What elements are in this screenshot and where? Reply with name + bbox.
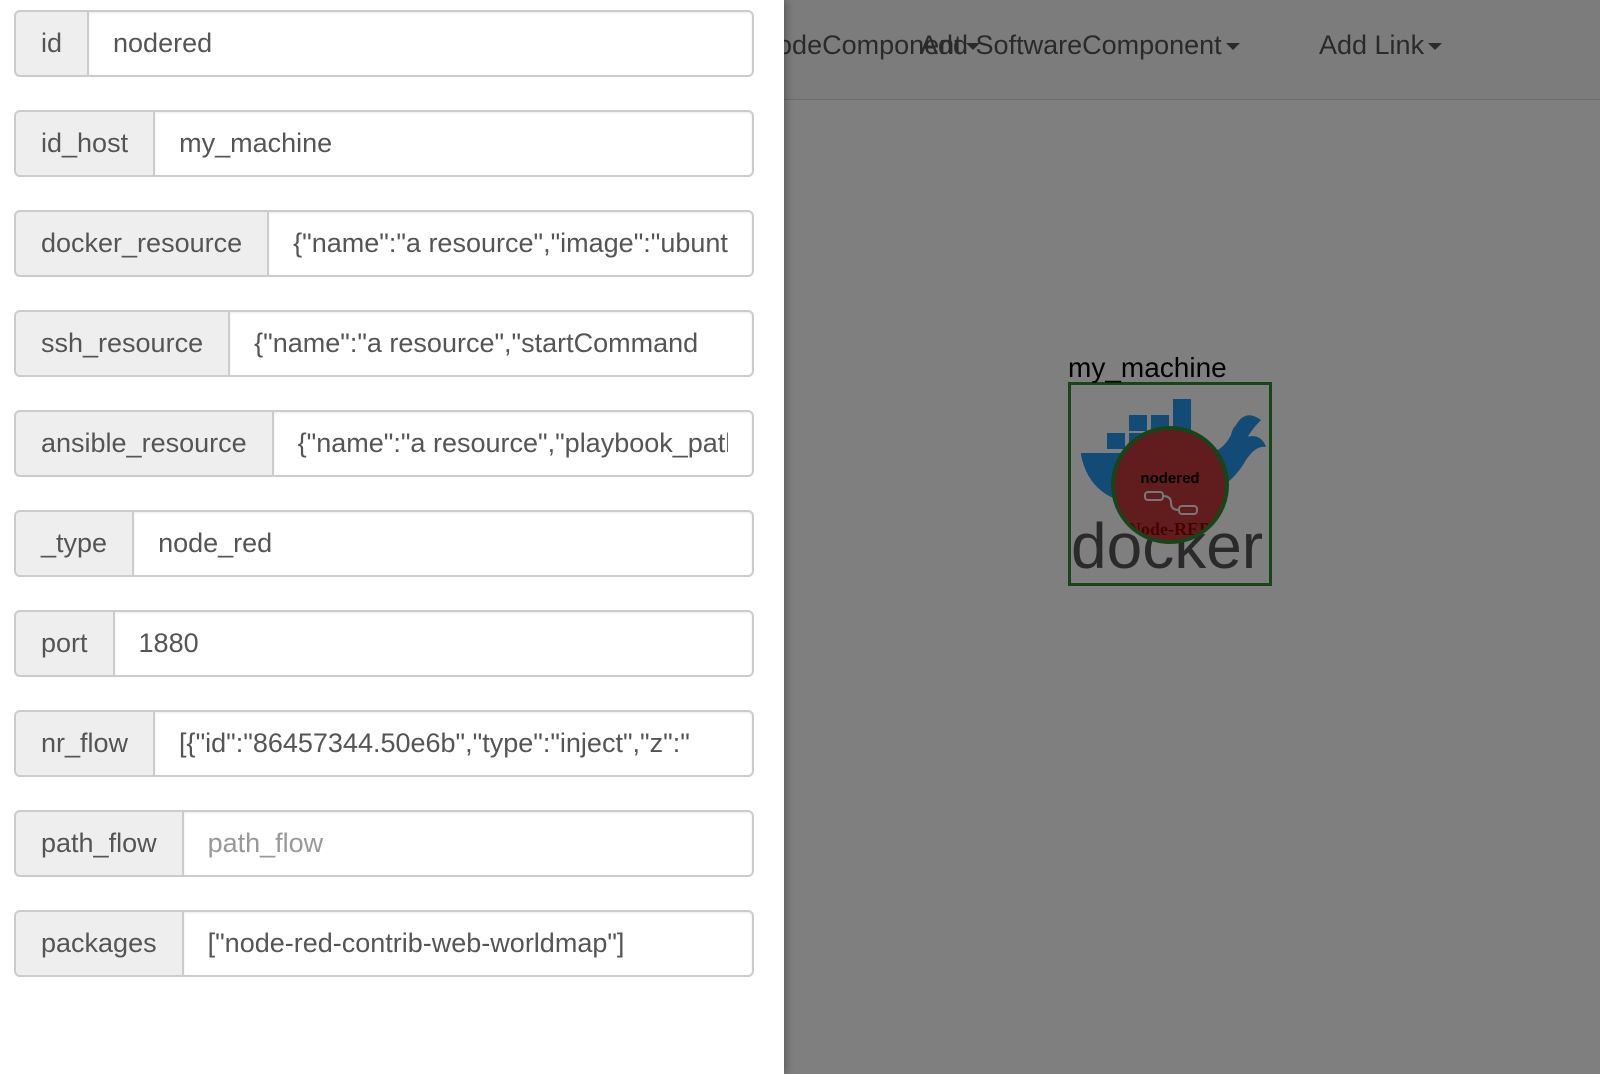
- id-input[interactable]: [87, 10, 754, 77]
- ssh-resource-input[interactable]: [228, 310, 754, 377]
- field-port: port: [14, 610, 754, 677]
- field-path-flow: path_flow: [14, 810, 754, 877]
- id-host-input[interactable]: [153, 110, 754, 177]
- field-label: _type: [14, 510, 133, 577]
- field-label: id: [14, 10, 88, 77]
- field-label: ansible_resource: [14, 410, 272, 477]
- field-label: ssh_resource: [14, 310, 229, 377]
- field-label: id_host: [14, 110, 154, 177]
- path-flow-input[interactable]: [181, 810, 754, 877]
- field-label: packages: [14, 910, 182, 977]
- docker-resource-input[interactable]: [267, 210, 754, 277]
- field-packages: packages: [14, 910, 754, 977]
- component-properties-panel: id id_host docker_resource ssh_resource …: [0, 0, 784, 1074]
- field-ansible-resource: ansible_resource: [14, 410, 754, 477]
- field-docker-resource: docker_resource: [14, 210, 754, 277]
- field-label: nr_flow: [14, 710, 154, 777]
- field-ssh-resource: ssh_resource: [14, 310, 754, 377]
- nr-flow-input[interactable]: [153, 710, 754, 777]
- packages-input[interactable]: [181, 910, 754, 977]
- field-id-host: id_host: [14, 110, 754, 177]
- field-id: id: [14, 10, 754, 77]
- field-label: port: [14, 610, 113, 677]
- ansible-resource-input[interactable]: [271, 410, 754, 477]
- field-type: _type: [14, 510, 754, 577]
- type-input[interactable]: [132, 510, 754, 577]
- field-nr-flow: nr_flow: [14, 710, 754, 777]
- field-label: docker_resource: [14, 210, 268, 277]
- port-input[interactable]: [112, 610, 754, 677]
- field-label: path_flow: [14, 810, 182, 877]
